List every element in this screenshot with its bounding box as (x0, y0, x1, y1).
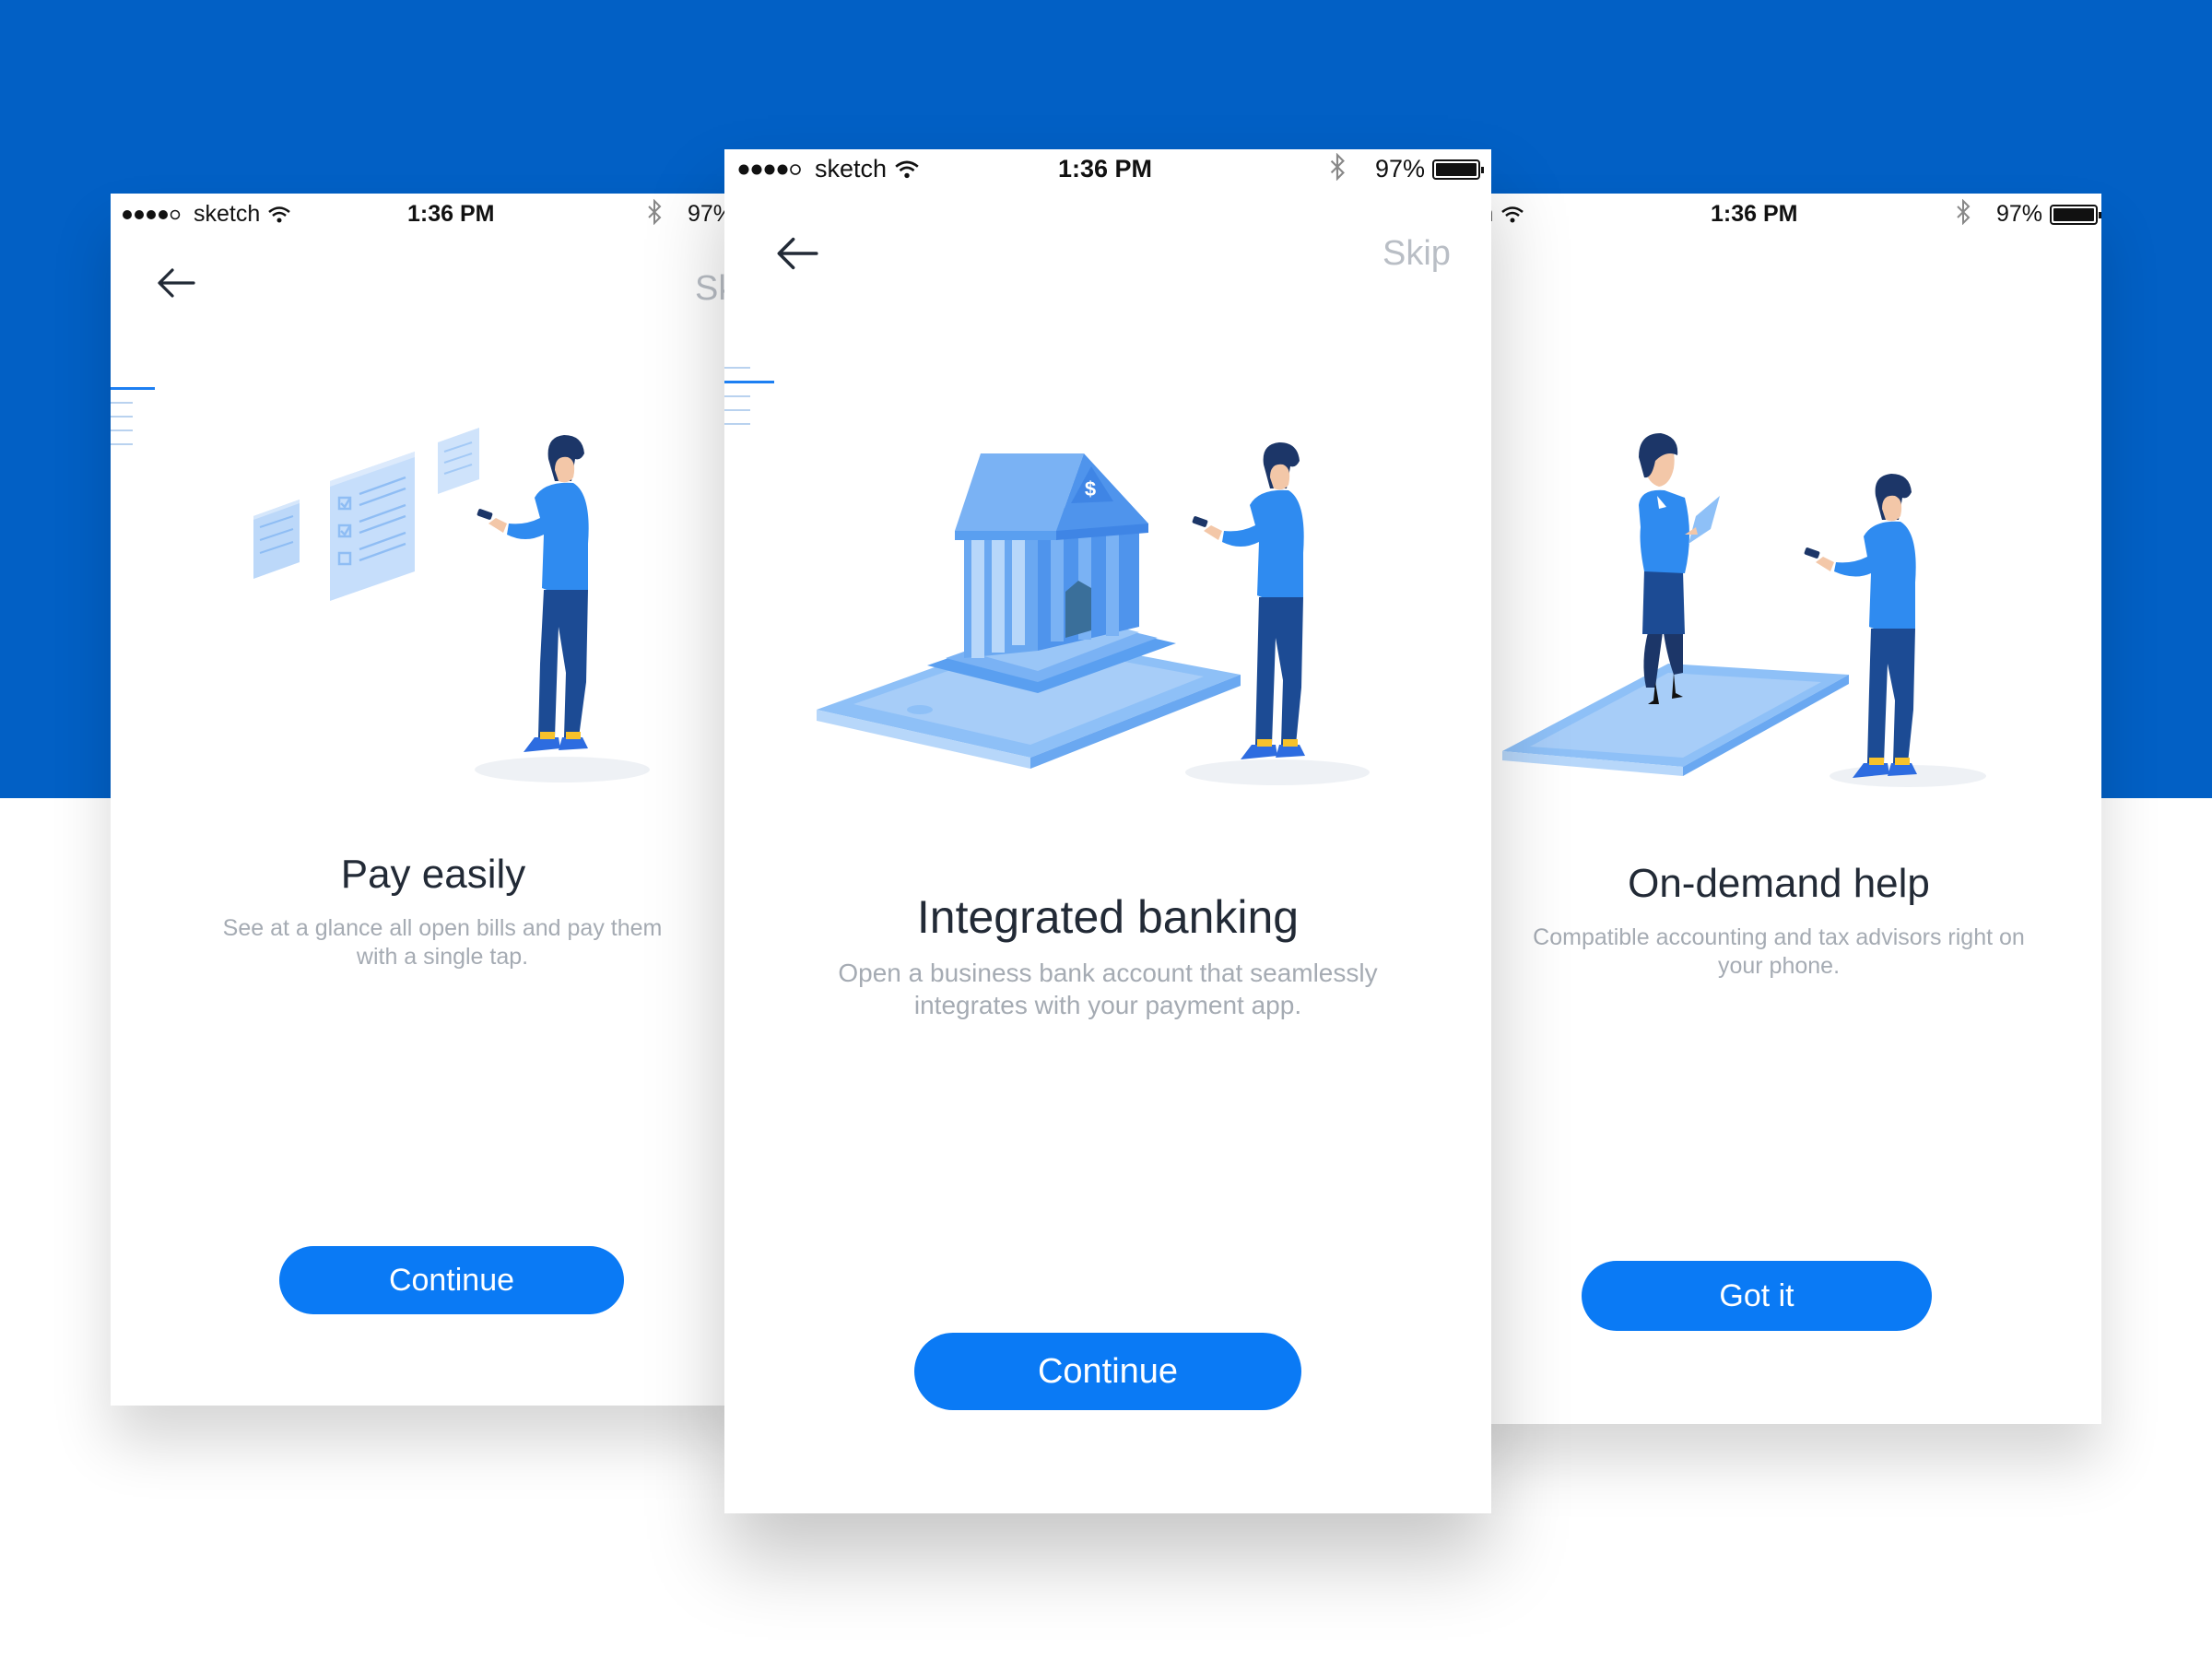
continue-button[interactable]: Continue (279, 1246, 624, 1314)
bluetooth-icon (648, 199, 662, 225)
progress-step (111, 402, 133, 404)
arrow-left-icon[interactable] (776, 236, 818, 271)
progress-step (724, 367, 750, 369)
carrier-name: sketch (815, 155, 888, 182)
continue-button[interactable]: Continue (914, 1333, 1301, 1410)
signal-dots-icon (123, 209, 181, 219)
got-it-button[interactable]: Got it (1582, 1261, 1932, 1331)
progress-step (111, 429, 133, 431)
onboarding-screen-integrated-banking: sketch 1:36 PM 97% Skip $ Integrated ban… (724, 149, 1491, 1513)
progress-step (724, 423, 750, 425)
progress-step (111, 416, 133, 418)
skip-button[interactable]: Skip (1382, 234, 1451, 274)
advisors-illustration (1502, 433, 1986, 787)
bills-illustration (253, 428, 650, 782)
screen-title: On-demand help (1628, 861, 1930, 906)
progress-step (724, 395, 750, 397)
progress-indicator (724, 367, 774, 437)
screen-title: Pay easily (340, 852, 526, 897)
bluetooth-icon (1957, 199, 1971, 225)
arrow-left-icon[interactable] (157, 267, 195, 299)
bank-illustration: $ (817, 442, 1370, 785)
status-bar: sketch 1:36 PM 97% (724, 149, 1491, 192)
status-bar: sketch 1:36 PM 97% (1456, 194, 2101, 232)
battery-icon (2050, 204, 2101, 225)
carrier: sketch (737, 155, 920, 183)
battery-percent: 97% (1996, 201, 2043, 227)
wifi-icon (268, 206, 291, 222)
battery-icon (1432, 159, 1485, 180)
screen-description: Compatible accounting and tax advisors r… (1533, 924, 2025, 980)
onboarding-screen-pay-easily: sketch 1:36 PM 97% Skip (111, 194, 756, 1406)
progress-step (111, 443, 133, 445)
battery-status: 97% (1996, 201, 2101, 228)
status-bar: sketch 1:36 PM 97% (111, 194, 756, 232)
screen-description: See at a glance all open bills and pay t… (222, 915, 663, 971)
carrier: sketch (122, 201, 291, 228)
battery-status: 97% (1375, 155, 1485, 183)
screen-description: Open a business bank account that seamle… (838, 959, 1378, 1019)
carrier-name: sketch (194, 201, 261, 227)
bluetooth-icon (1330, 153, 1345, 181)
wifi-icon (1501, 206, 1524, 222)
progress-step-active (724, 381, 774, 383)
status-time: 1:36 PM (1711, 201, 1798, 227)
progress-step (724, 409, 750, 411)
progress-step-active (111, 387, 155, 390)
battery-percent: 97% (1375, 155, 1426, 182)
wifi-icon (895, 160, 919, 178)
status-time: 1:36 PM (407, 201, 495, 227)
status-time: 1:36 PM (1058, 155, 1153, 182)
screen-title: Integrated banking (916, 891, 1300, 943)
progress-indicator (111, 387, 155, 457)
svg-text:$: $ (1085, 477, 1096, 500)
onboarding-screen-on-demand-help: sketch 1:36 PM 97% (1456, 194, 2101, 1424)
signal-dots-icon (738, 163, 801, 175)
